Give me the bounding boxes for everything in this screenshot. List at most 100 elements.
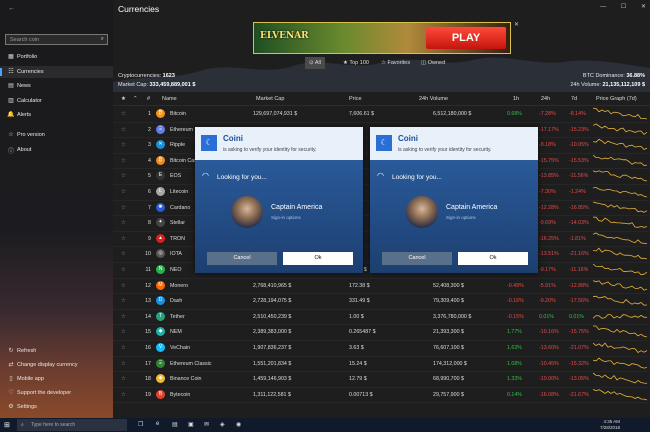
coin-name[interactable]: Tether xyxy=(170,314,185,320)
favorite-star-icon[interactable]: ☆ xyxy=(121,220,126,226)
favorite-star-icon[interactable]: ☆ xyxy=(121,127,126,133)
minimize-icon[interactable]: — xyxy=(600,4,606,10)
coin-name[interactable]: EOS xyxy=(170,173,181,179)
coin-name[interactable]: Ripple xyxy=(170,142,185,148)
row-rank: 9 xyxy=(148,235,151,242)
sidebar-item-mobile-app[interactable]: ▯ Mobile app xyxy=(0,373,113,385)
favorite-star-icon[interactable]: ☆ xyxy=(121,392,126,398)
tab-top-100[interactable]: ★ Top 100 xyxy=(339,57,373,69)
coin-icon: D xyxy=(156,296,165,306)
favorite-star-icon[interactable]: ☆ xyxy=(121,329,126,335)
tab-all[interactable]: ⊙ All xyxy=(305,57,325,69)
sidebar-item-change-display-currency[interactable]: ⇄ Change display currency xyxy=(0,359,113,371)
ad-close-icon[interactable]: ✕ xyxy=(514,21,519,28)
favorite-header-icon[interactable]: ★ xyxy=(121,96,126,102)
header-market-cap[interactable]: Market Cap xyxy=(256,96,284,102)
sidebar-item-alerts[interactable]: 🔔 Alerts xyxy=(0,109,113,121)
tab-favorites[interactable]: ☆ Favorites xyxy=(377,57,414,69)
coin-name[interactable]: Stellar xyxy=(170,220,185,226)
sidebar-item-currencies[interactable]: ☷ Currencies xyxy=(0,65,113,78)
favorite-star-icon[interactable]: ☆ xyxy=(121,298,126,304)
tab-owned[interactable]: ◫ Owned xyxy=(417,57,449,69)
mail-icon[interactable]: ✉ xyxy=(204,421,209,428)
favorite-star-icon[interactable]: ☆ xyxy=(121,111,126,117)
header-price[interactable]: Price xyxy=(349,96,362,102)
ok-button[interactable]: Ok xyxy=(283,252,353,265)
header-volume[interactable]: 24h Volume xyxy=(419,96,448,102)
system-tray-clock[interactable]: 4:35 AM 7/28/2018 xyxy=(600,419,620,431)
windows-start-icon[interactable]: ⊞ xyxy=(4,421,10,429)
favorite-star-icon[interactable]: ☆ xyxy=(121,158,126,164)
signin-options-link[interactable]: Sign-in options xyxy=(271,215,301,220)
coin-name[interactable]: Bytecoin xyxy=(170,392,190,398)
header-7d[interactable]: 7d xyxy=(571,96,577,102)
coin-name[interactable]: Litecoin xyxy=(170,189,188,195)
sidebar-item-calculator[interactable]: ▥ Calculator xyxy=(0,95,113,107)
sidebar-item-support-the-developer[interactable]: ♡ Support the developer xyxy=(0,387,113,399)
coin-name[interactable]: Ethereum Classic xyxy=(170,361,212,367)
favorite-star-icon[interactable]: ☆ xyxy=(121,251,126,257)
app-icon[interactable]: ◉ xyxy=(236,421,241,428)
coin-name[interactable]: Ethereum xyxy=(170,127,193,133)
signin-options-link[interactable]: Sign-in options xyxy=(446,215,476,220)
sidebar-item-news[interactable]: ▤ News xyxy=(0,80,113,92)
search-icon[interactable]: ⌕ xyxy=(101,36,104,43)
table-row[interactable]: ☆ 15 ◆ NEM 2,389,383,000 $ 0.265487 $ 21,393,3… xyxy=(113,324,650,341)
app-icon[interactable]: ◈ xyxy=(220,421,225,428)
favorite-star-icon[interactable]: ☆ xyxy=(121,236,126,242)
favorite-star-icon[interactable]: ☆ xyxy=(121,267,126,273)
coin-name[interactable]: Binance Coin xyxy=(170,376,202,382)
table-row[interactable]: ☆ 17 Ξ Ethereum Classic 1,551,201,834 $ 15.24… xyxy=(113,356,650,373)
favorite-star-icon[interactable]: ☆ xyxy=(121,142,126,148)
sort-icon[interactable]: ⌃ xyxy=(133,96,138,102)
table-row[interactable]: ☆ 1 ₿ Bitcoin 129,697,074,931 $ 7,606.61 $ 6,5… xyxy=(113,106,650,123)
table-row[interactable]: ☆ 14 T Tether 2,510,450,239 $ 1.00 $ 3,376,780… xyxy=(113,309,650,326)
table-row[interactable]: ☆ 12 M Monero 2,768,410,965 $ 172.38 $ 52,408,… xyxy=(113,278,650,295)
coin-name[interactable]: Monero xyxy=(170,283,188,289)
coin-name[interactable]: NEO xyxy=(170,267,181,273)
sidebar-item-about[interactable]: ⓘ About xyxy=(0,144,113,156)
table-row[interactable]: ☆ 19 B Bytecoin 1,311,122,581 $ 0.00713 $ 29,7… xyxy=(113,387,650,404)
coin-name[interactable]: Dash xyxy=(170,298,182,304)
cancel-button[interactable]: Cancel xyxy=(207,252,277,265)
store-icon[interactable]: ▣ xyxy=(188,421,194,428)
header-rank[interactable]: # xyxy=(147,96,150,102)
header-24h[interactable]: 24h xyxy=(541,96,550,102)
maximize-icon[interactable]: ☐ xyxy=(621,4,626,10)
ad-play-button[interactable]: PLAY xyxy=(426,27,506,49)
favorite-star-icon[interactable]: ☆ xyxy=(121,314,126,320)
table-row[interactable]: ☆ 16 V VeChain 1,907,836,237 $ 3.63 $ 76,607,1… xyxy=(113,340,650,357)
coin-name[interactable]: Bitcoin xyxy=(170,111,186,117)
coin-name[interactable]: NEM xyxy=(170,329,182,335)
coin-name[interactable]: TRON xyxy=(170,236,185,242)
taskbar-search[interactable]: ⌕ Type here to search xyxy=(17,419,127,431)
table-row[interactable]: ☆ 18 ◆ Binance Coin 1,459,146,903 $ 12.79 $ 68… xyxy=(113,371,650,388)
favorite-star-icon[interactable]: ☆ xyxy=(121,283,126,289)
task-view-icon[interactable]: ❐ xyxy=(138,421,143,428)
close-icon[interactable]: ✕ xyxy=(641,4,646,10)
coin-volume: 174,312,000 $ xyxy=(433,360,467,367)
table-row[interactable]: ☆ 13 D Dash 2,728,194,075 $ 331.49 $ 79,309,40… xyxy=(113,293,650,310)
ad-banner[interactable]: ELVENAR PLAY ✕ xyxy=(253,22,519,54)
favorite-star-icon[interactable]: ☆ xyxy=(121,345,126,351)
header-name[interactable]: Name xyxy=(162,96,177,102)
sidebar-item-settings[interactable]: ⚙ Settings xyxy=(0,401,113,413)
cancel-button[interactable]: Cancel xyxy=(382,252,452,265)
header-1h[interactable]: 1h xyxy=(513,96,519,102)
edge-icon[interactable]: e xyxy=(156,421,159,427)
favorite-star-icon[interactable]: ☆ xyxy=(121,173,126,179)
sidebar-item-portfolio[interactable]: ▦ Portfolio xyxy=(0,51,113,63)
favorite-star-icon[interactable]: ☆ xyxy=(121,361,126,367)
coin-name[interactable]: IOTA xyxy=(170,251,182,257)
sidebar-item-pro-version[interactable]: ☆ Pro version xyxy=(0,129,113,141)
ok-button[interactable]: Ok xyxy=(458,252,528,265)
file-explorer-icon[interactable]: ▤ xyxy=(172,421,178,428)
coin-name[interactable]: Cardano xyxy=(170,205,190,211)
coin-name[interactable]: VeChain xyxy=(170,345,190,351)
favorite-star-icon[interactable]: ☆ xyxy=(121,376,126,382)
favorite-star-icon[interactable]: ☆ xyxy=(121,205,126,211)
search-input[interactable]: Search coin ⌕ xyxy=(5,34,108,45)
favorite-star-icon[interactable]: ☆ xyxy=(121,189,126,195)
back-arrow-icon[interactable]: ← xyxy=(8,5,15,12)
sidebar-item-refresh[interactable]: ↻ Refresh xyxy=(0,345,113,357)
